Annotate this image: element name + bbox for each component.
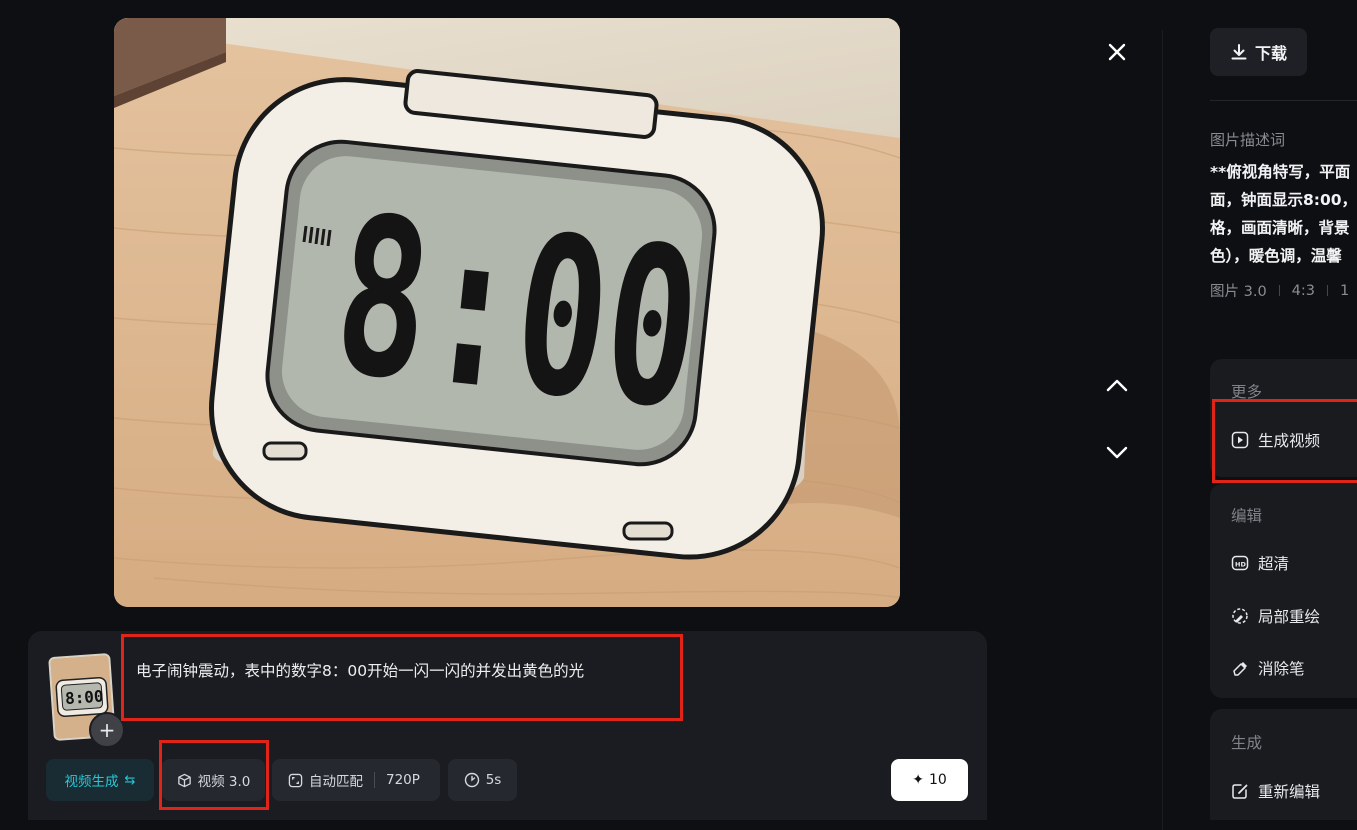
description-line: **俯视角特写，平面 bbox=[1210, 163, 1351, 181]
image-meta: 图片 3.0 4:3 1 bbox=[1210, 280, 1349, 301]
close-button[interactable] bbox=[1100, 35, 1134, 69]
edit-title: 编辑 bbox=[1231, 507, 1263, 525]
svg-text:8:00: 8:00 bbox=[64, 687, 104, 709]
generated-image[interactable]: 8:00 bbox=[114, 18, 900, 607]
description-label: 图片描述词 bbox=[1210, 131, 1286, 149]
sidebar-divider bbox=[1162, 30, 1163, 830]
brush-icon bbox=[1232, 608, 1248, 624]
model-label: 视频 3.0 bbox=[197, 774, 251, 790]
image-description[interactable]: **俯视角特写，平面 面，钟面显示8:00， 格，画面清晰，背景 色），暖色调，… bbox=[1210, 158, 1357, 270]
cube-icon bbox=[177, 773, 191, 787]
download-label: 下载 bbox=[1254, 44, 1287, 63]
aspect-ratio-icon bbox=[288, 773, 303, 787]
duration-label: 5s bbox=[485, 772, 502, 788]
next-image-button[interactable] bbox=[1100, 436, 1134, 470]
play-icon bbox=[1231, 431, 1249, 449]
edit-icon bbox=[1232, 784, 1248, 799]
inpaint-label: 局部重绘 bbox=[1258, 608, 1321, 626]
eraser-label: 消除笔 bbox=[1258, 660, 1305, 678]
swap-icon: ⇆ bbox=[124, 772, 136, 788]
add-reference-button[interactable]: + bbox=[89, 712, 125, 748]
generate-button[interactable]: ✦ 10 bbox=[891, 759, 968, 801]
upscale-action[interactable]: HD 超清 bbox=[1231, 552, 1289, 574]
svg-text:HD: HD bbox=[1235, 560, 1246, 568]
eraser-action[interactable]: 消除笔 bbox=[1231, 657, 1305, 679]
close-icon bbox=[1108, 43, 1126, 61]
download-icon bbox=[1231, 44, 1247, 60]
reference-image-slot[interactable]: 8:00 + bbox=[48, 652, 125, 748]
re-edit-label: 重新编辑 bbox=[1258, 783, 1321, 801]
more-section: 更多 生成视频 bbox=[1210, 359, 1357, 477]
mode-selector[interactable]: 视频生成 ⇆ bbox=[46, 759, 154, 801]
inpaint-action[interactable]: 局部重绘 bbox=[1231, 605, 1320, 627]
generate-credits: 10 bbox=[928, 772, 947, 788]
meta-extra: 1 bbox=[1340, 282, 1350, 299]
meta-ratio: 4:3 bbox=[1291, 282, 1316, 299]
generate-title: 生成 bbox=[1231, 734, 1263, 752]
ratio-label: 自动匹配 bbox=[309, 774, 363, 790]
download-button[interactable]: 下载 bbox=[1210, 28, 1307, 76]
description-line: 色），暖色调，温馨 bbox=[1210, 247, 1342, 265]
meta-separator bbox=[1278, 285, 1280, 296]
sparkle-icon: ✦ bbox=[912, 772, 924, 788]
duration-selector[interactable]: 5s bbox=[448, 759, 517, 801]
resolution-label: 720P bbox=[386, 772, 420, 788]
description-line: 面，钟面显示8:00， bbox=[1210, 191, 1357, 209]
generate-section: 生成 重新编辑 bbox=[1210, 709, 1357, 820]
more-title: 更多 bbox=[1231, 383, 1263, 401]
previous-image-button[interactable] bbox=[1100, 368, 1134, 402]
ratio-resolution-selector[interactable]: 自动匹配 720P bbox=[272, 759, 440, 801]
description-line: 格，画面清晰，背景 bbox=[1210, 219, 1350, 237]
prompt-panel: 8:00 + 电子闹钟震动，表中的数字8：00开始一闪一闪的并发出黄色的光 视频… bbox=[28, 631, 987, 820]
clock-icon bbox=[464, 772, 479, 788]
chip-separator bbox=[374, 772, 375, 788]
model-selector[interactable]: 视频 3.0 bbox=[162, 759, 265, 801]
plus-icon: + bbox=[98, 718, 116, 742]
re-edit-action[interactable]: 重新编辑 bbox=[1231, 780, 1320, 802]
alarm-clock-illustration: 8:00 bbox=[114, 18, 900, 607]
generate-video-label: 生成视频 bbox=[1258, 432, 1321, 450]
prompt-input[interactable]: 电子闹钟震动，表中的数字8：00开始一闪一闪的并发出黄色的光 bbox=[136, 660, 676, 682]
mode-label: 视频生成 bbox=[64, 774, 119, 790]
hd-icon: HD bbox=[1231, 555, 1249, 571]
svg-text:8:00: 8:00 bbox=[325, 169, 709, 458]
meta-model: 图片 3.0 bbox=[1210, 284, 1267, 300]
upscale-label: 超清 bbox=[1258, 555, 1290, 573]
meta-separator bbox=[1327, 285, 1329, 296]
eraser-icon bbox=[1233, 662, 1247, 676]
generate-video-action[interactable]: 生成视频 bbox=[1231, 429, 1320, 451]
chevron-down-icon bbox=[1106, 446, 1128, 459]
sidebar-divider-horizontal bbox=[1210, 100, 1357, 101]
chevron-up-icon bbox=[1106, 379, 1128, 392]
edit-section: 编辑 HD 超清 局部重绘 消除笔 bbox=[1210, 484, 1357, 698]
